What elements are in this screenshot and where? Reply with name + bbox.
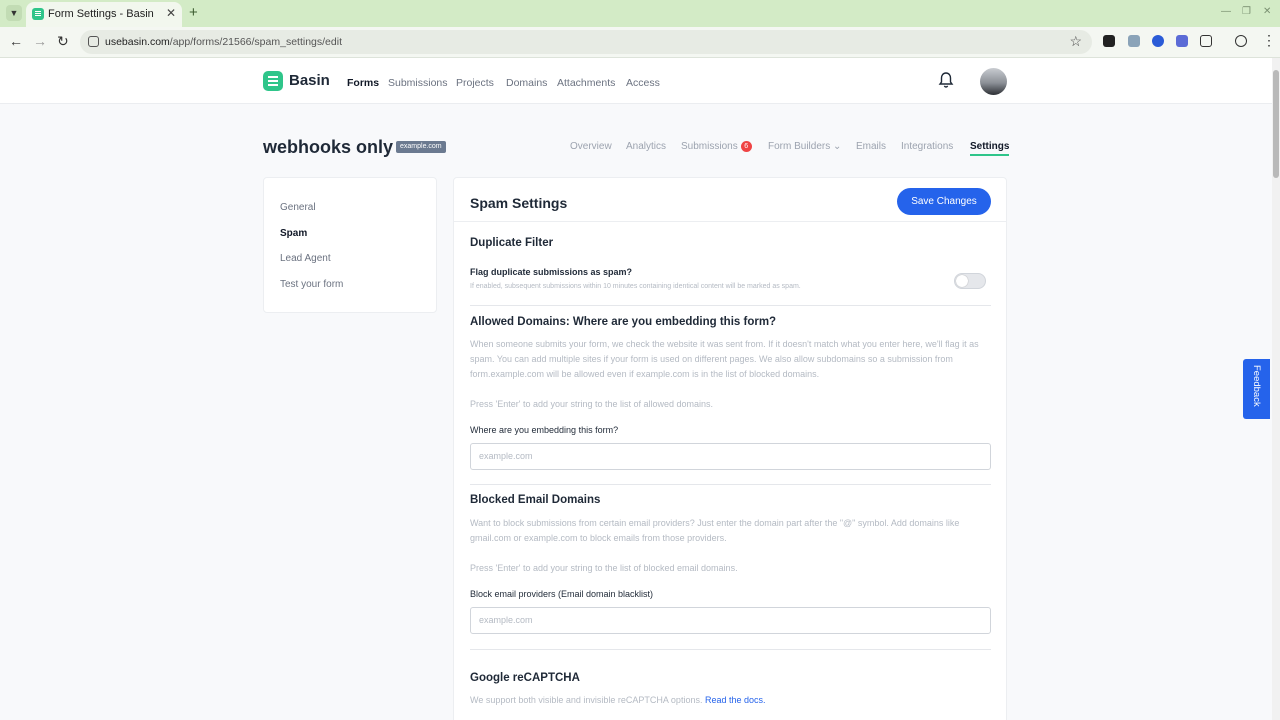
tab-submissions-label: Submissions <box>681 141 738 152</box>
browser-toolbar: ← → ↻ usebasin.com/app/forms/21566/spam_… <box>0 27 1280 58</box>
new-tab-icon[interactable]: + <box>189 4 198 21</box>
extension-icon[interactable] <box>1176 35 1188 47</box>
nav-attachments[interactable]: Attachments <box>557 77 615 89</box>
blocked-email-field-label: Block email providers (Email domain blac… <box>470 589 654 599</box>
browser-tab-bar: ▼ Form Settings - Basin ✕ + — ❐ ✕ <box>0 0 1280 27</box>
extension-icon[interactable] <box>1103 35 1115 47</box>
side-menu-test-form[interactable]: Test your form <box>280 279 343 290</box>
save-changes-button[interactable]: Save Changes <box>897 188 991 215</box>
duplicate-help-text: If enabled, subsequent submissions withi… <box>470 283 801 290</box>
browser-menu-icon[interactable]: ⋮ <box>1262 32 1276 49</box>
divider <box>454 221 1006 222</box>
tab-close-icon[interactable]: ✕ <box>166 6 176 20</box>
duplicate-filter-toggle[interactable] <box>954 273 986 289</box>
app-header: Basin Forms Submissions Projects Domains… <box>0 58 1272 104</box>
card-title: Spam Settings <box>470 195 568 211</box>
tab-analytics[interactable]: Analytics <box>626 141 666 152</box>
nav-domains[interactable]: Domains <box>506 77 547 89</box>
nav-access[interactable]: Access <box>626 77 660 89</box>
recaptcha-text: We support both visible and invisible re… <box>470 695 703 705</box>
read-the-docs-link[interactable]: Read the docs. <box>705 695 766 705</box>
form-title: webhooks only <box>263 137 394 157</box>
divider <box>470 305 991 306</box>
tab-emails[interactable]: Emails <box>856 141 886 152</box>
blocked-email-domains-description: Want to block submissions from certain e… <box>470 518 960 543</box>
browser-tab[interactable]: Form Settings - Basin ✕ <box>26 2 182 27</box>
tab-form-builders[interactable]: Form Builders ⌄ <box>768 141 841 152</box>
site-info-icon[interactable] <box>88 36 99 47</box>
profile-icon[interactable] <box>1235 35 1247 47</box>
chevron-down-icon: ⌄ <box>833 141 842 152</box>
minimize-icon[interactable]: — <box>1221 6 1231 17</box>
recaptcha-heading: Google reCAPTCHA <box>470 672 580 684</box>
nav-forms[interactable]: Forms <box>347 77 379 89</box>
divider <box>470 649 991 650</box>
spam-settings-card: Spam Settings Save Changes Duplicate Fil… <box>453 177 1007 720</box>
allowed-domains-heading: Allowed Domains: Where are you embedding… <box>470 316 777 328</box>
blocked-email-domains-input[interactable]: example.com <box>470 607 991 634</box>
tab-list-dropdown-icon[interactable]: ▼ <box>6 5 22 21</box>
tab-submissions[interactable]: Submissions 6 <box>681 141 752 152</box>
bookmark-star-icon[interactable]: ☆ <box>1069 33 1082 50</box>
nav-submissions[interactable]: Submissions <box>388 77 448 89</box>
side-menu-lead-agent[interactable]: Lead Agent <box>280 253 331 264</box>
divider <box>470 484 991 485</box>
tab-title: Form Settings - Basin <box>48 8 154 20</box>
logo-text[interactable]: Basin <box>289 72 330 89</box>
tab-overview[interactable]: Overview <box>570 141 612 152</box>
address-bar[interactable]: usebasin.com/app/forms/21566/spam_settin… <box>80 30 1092 54</box>
back-icon[interactable]: ← <box>9 33 23 49</box>
nav-projects[interactable]: Projects <box>456 77 494 89</box>
forward-icon[interactable]: → <box>33 33 47 49</box>
allowed-domains-hint: Press 'Enter' to add your string to the … <box>470 399 714 409</box>
side-menu-spam[interactable]: Spam <box>280 228 307 239</box>
toggle-knob <box>956 275 968 287</box>
page-scrollbar[interactable] <box>1272 58 1280 720</box>
tab-integrations[interactable]: Integrations <box>901 141 953 152</box>
tab-settings[interactable]: Settings <box>970 141 1010 156</box>
form-domain-badge: example.com <box>396 141 446 153</box>
recaptcha-description: We support both visible and invisible re… <box>470 693 991 708</box>
basin-favicon-icon <box>32 8 44 20</box>
extension-icon[interactable] <box>1128 35 1140 47</box>
url-text: usebasin.com/app/forms/21566/spam_settin… <box>105 36 342 48</box>
duplicate-toggle-label: Flag duplicate submissions as spam? <box>470 267 633 277</box>
feedback-label: Feedback <box>1251 365 1262 407</box>
side-menu-general[interactable]: General <box>280 202 316 213</box>
extension-icon[interactable] <box>1152 35 1164 47</box>
window-close-icon[interactable]: ✕ <box>1263 6 1271 17</box>
tab-form-builders-label: Form Builders <box>768 141 831 152</box>
allowed-domains-field-label: Where are you embedding this form? <box>470 425 619 435</box>
blocked-email-domains-hint: Press 'Enter' to add your string to the … <box>470 563 738 573</box>
restore-icon[interactable]: ❐ <box>1242 6 1251 17</box>
user-avatar[interactable] <box>980 68 1007 95</box>
settings-side-menu: General Spam Lead Agent Test your form <box>263 177 437 313</box>
feedback-tab[interactable]: Feedback <box>1243 359 1270 419</box>
notifications-bell-icon[interactable] <box>938 71 954 89</box>
submissions-count-badge: 6 <box>740 141 752 152</box>
reload-icon[interactable]: ↻ <box>57 33 69 50</box>
allowed-domains-description: When someone submits your form, we check… <box>470 339 979 379</box>
allowed-domains-input[interactable]: example.com <box>470 443 991 470</box>
blocked-email-domains-heading: Blocked Email Domains <box>470 494 601 506</box>
scrollbar-thumb[interactable] <box>1273 70 1279 178</box>
extensions-puzzle-icon[interactable] <box>1200 35 1212 47</box>
basin-logo-icon[interactable] <box>263 71 283 91</box>
duplicate-filter-heading: Duplicate Filter <box>470 237 554 249</box>
